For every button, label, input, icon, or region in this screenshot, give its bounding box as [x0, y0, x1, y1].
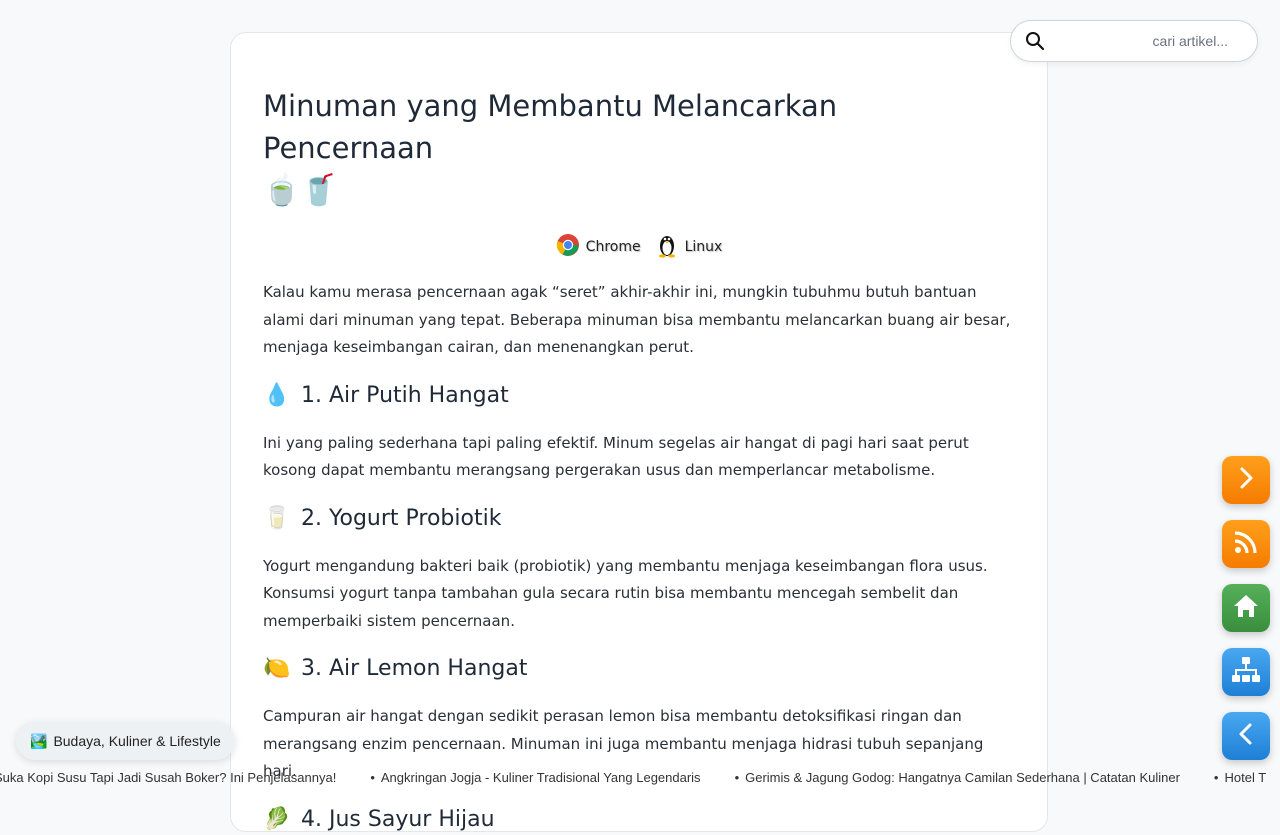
- home-icon: [1232, 593, 1260, 623]
- section-heading-3: 🍋 3. Air Lemon Hangat: [263, 654, 1015, 684]
- back-button[interactable]: [1222, 712, 1270, 760]
- category-chip[interactable]: 🏞️ Budaya, Kuliner & Lifestyle: [16, 722, 235, 760]
- section-heading-text: 1. Air Putih Hangat: [301, 382, 509, 408]
- bullet: •: [370, 770, 375, 785]
- milk-glass-icon: 🥛: [263, 505, 291, 531]
- ticker-link[interactable]: • Gerimis & Jagung Godog: Hangatnya Camil…: [735, 770, 1180, 785]
- landscape-icon: 🏞️: [30, 732, 48, 749]
- lemon-icon: 🍋: [263, 656, 291, 681]
- home-button[interactable]: [1222, 584, 1270, 632]
- platform-linux: Linux: [655, 232, 723, 262]
- chrome-icon: [556, 233, 580, 261]
- linux-tux-icon: [655, 232, 679, 262]
- section-heading-text: 3. Air Lemon Hangat: [301, 656, 528, 681]
- article-title: Minuman yang Membantu Melancarkan Pencer…: [263, 85, 1015, 213]
- leafy-green-icon: 🥬: [263, 806, 291, 832]
- chevron-right-icon: [1234, 466, 1258, 494]
- title-emojis: 🍵🥤: [263, 173, 338, 208]
- sitemap-button[interactable]: [1222, 648, 1270, 696]
- news-ticker: Suka Kopi Susu Tapi Jadi Susah Boker? In…: [0, 766, 1280, 790]
- platform-linux-label: Linux: [684, 239, 723, 255]
- ticker-item-title: Hotel T: [1224, 770, 1267, 785]
- sitemap-icon: [1230, 655, 1262, 689]
- search-icon[interactable]: [1025, 31, 1045, 51]
- rss-button[interactable]: [1222, 520, 1270, 568]
- section-text-2: Yogurt mengandung bakteri baik (probioti…: [263, 556, 988, 630]
- search-input[interactable]: [1045, 32, 1250, 50]
- rss-icon: [1233, 529, 1259, 559]
- search-box[interactable]: [1010, 20, 1258, 62]
- category-label: Budaya, Kuliner & Lifestyle: [53, 733, 221, 749]
- water-drop-icon: 💧: [263, 382, 291, 408]
- section-heading-1: 💧 1. Air Putih Hangat: [263, 381, 1015, 411]
- article-title-text: Minuman yang Membantu Melancarkan Pencer…: [263, 89, 838, 165]
- ticker-link[interactable]: • Hotel T: [1214, 770, 1266, 785]
- section-heading-text: 2. Yogurt Probiotik: [301, 505, 502, 531]
- section-heading-2: 🥛 2. Yogurt Probiotik: [263, 504, 1015, 534]
- section-heading-text: 4. Jus Sayur Hijau: [301, 806, 495, 832]
- platform-chrome: Chrome: [556, 233, 641, 261]
- ticker-item-title: Suka Kopi Susu Tapi Jadi Susah Boker? In…: [0, 770, 337, 785]
- bullet: •: [1213, 770, 1219, 785]
- next-button[interactable]: [1222, 456, 1270, 504]
- section-text-1: Ini yang paling sederhana tapi paling ef…: [263, 433, 969, 480]
- ticker-link[interactable]: Suka Kopi Susu Tapi Jadi Susah Boker? In…: [0, 770, 336, 785]
- bullet: •: [734, 770, 740, 785]
- ticker-item-title: Gerimis & Jagung Godog: Hangatnya Camila…: [745, 770, 1180, 785]
- chevron-left-icon: [1234, 722, 1258, 750]
- platform-badges: Chrome Linux: [263, 223, 1015, 271]
- ticker-item-title: Angkringan Jogja - Kuliner Tradisional Y…: [380, 770, 701, 785]
- article-card: Minuman yang Membantu Melancarkan Pencer…: [230, 32, 1048, 832]
- article-intro: Kalau kamu merasa pencernaan agak “seret…: [263, 283, 1011, 356]
- platform-chrome-label: Chrome: [585, 239, 641, 255]
- ticker-link[interactable]: • Angkringan Jogja - Kuliner Tradisional …: [370, 770, 700, 785]
- section-heading-4: 🥬 4. Jus Sayur Hijau: [263, 805, 1015, 835]
